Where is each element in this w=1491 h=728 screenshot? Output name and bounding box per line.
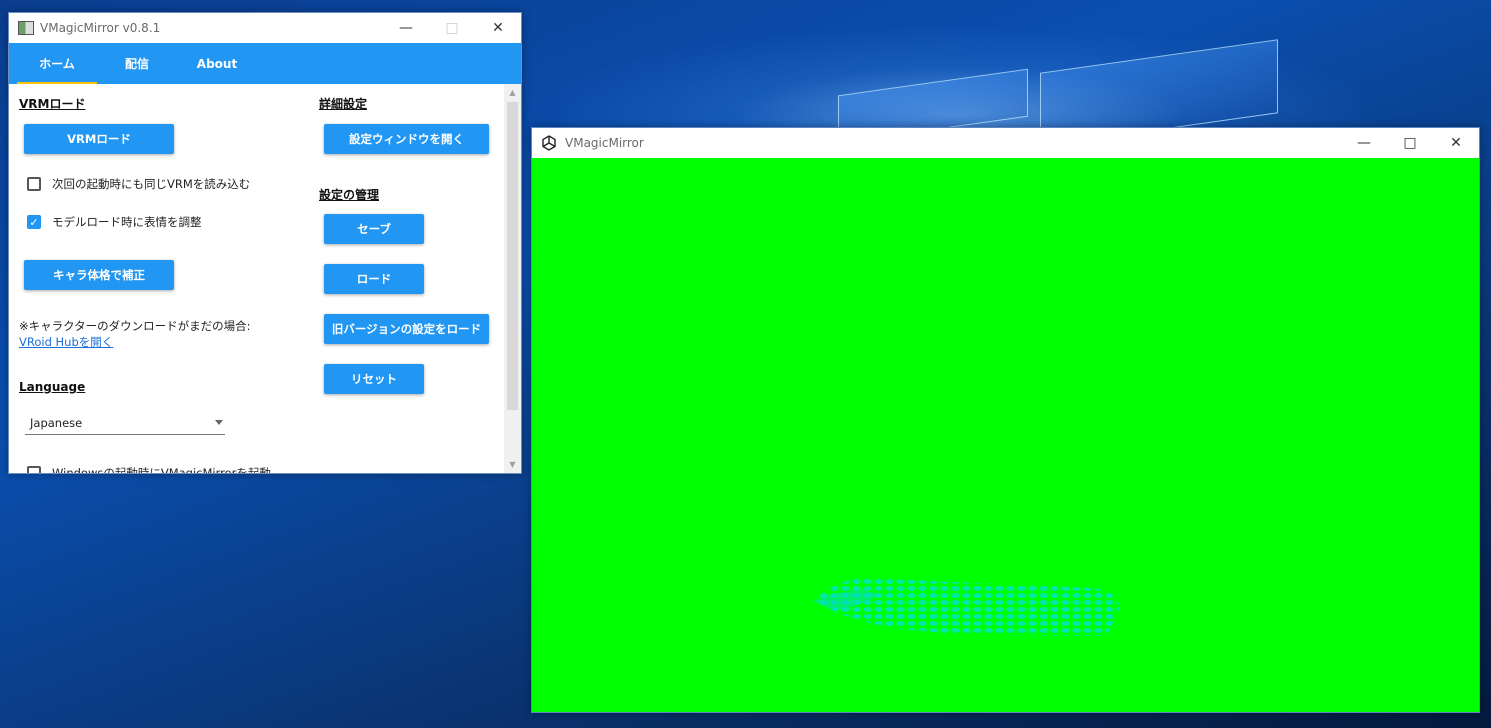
reset-button[interactable]: リセット (324, 364, 424, 394)
adjust-expression-label: モデルロード時に表情を調整 (52, 215, 202, 229)
load-legacy-settings-button[interactable]: 旧バージョンの設定をロード (324, 314, 489, 344)
unity-render-window: VMagicMirror — □ ✕ (531, 127, 1480, 713)
language-select[interactable]: Japanese (25, 411, 225, 435)
settings-management-heading: 設定の管理 (319, 188, 380, 202)
adjust-expression-checkbox[interactable]: ✓ (27, 215, 41, 229)
scroll-down-icon[interactable]: ▼ (504, 456, 521, 473)
startup-checkbox-row[interactable]: Windowsの起動時にVMagicMirrorを起動 (27, 465, 271, 473)
scroll-thumb[interactable] (507, 102, 518, 410)
window-title: VMagicMirror v0.8.1 (40, 21, 161, 35)
startup-label: Windowsの起動時にVMagicMirrorを起動 (52, 466, 271, 473)
close-icon[interactable]: ✕ (475, 13, 521, 43)
scroll-up-icon[interactable]: ▲ (504, 84, 521, 101)
app-icon (18, 21, 34, 35)
vertical-scrollbar[interactable]: ▲ ▼ (504, 84, 521, 473)
auto-load-checkbox-row[interactable]: 次回の起動時にも同じVRMを読み込む (27, 176, 250, 192)
green-screen-viewport[interactable] (532, 158, 1479, 712)
language-selected-value: Japanese (30, 415, 83, 430)
vrm-load-heading: VRMロード (19, 97, 86, 111)
unity-logo-icon (542, 135, 556, 151)
vroid-hub-link[interactable]: VRoid Hubを開く (19, 334, 113, 350)
tab-bar: ホーム 配信 About (9, 43, 521, 84)
home-content: VRMロード VRMロード 次回の起動時にも同じVRMを読み込む ✓ モデルロー… (9, 84, 521, 473)
tab-home[interactable]: ホーム (17, 43, 97, 84)
tab-streaming[interactable]: 配信 (97, 43, 177, 84)
language-heading: Language (19, 380, 86, 394)
keyboard-render (814, 578, 1120, 636)
load-button[interactable]: ロード (324, 264, 424, 294)
unity-minimize-icon[interactable]: — (1341, 128, 1387, 158)
auto-load-checkbox[interactable] (27, 177, 41, 191)
unity-title-bar[interactable]: VMagicMirror — □ ✕ (532, 128, 1479, 158)
calibrate-body-button[interactable]: キャラ体格で補正 (24, 260, 174, 290)
unity-window-title: VMagicMirror (565, 136, 644, 150)
maximize-icon: □ (445, 20, 459, 36)
details-heading: 詳細設定 (319, 97, 368, 111)
auto-load-label: 次回の起動時にも同じVRMを読み込む (52, 177, 251, 191)
vrm-load-button[interactable]: VRMロード (24, 124, 174, 154)
chevron-down-icon (215, 420, 223, 425)
tab-about[interactable]: About (177, 43, 257, 84)
unity-close-icon[interactable]: ✕ (1433, 128, 1479, 158)
open-settings-window-button[interactable]: 設定ウィンドウを開く (324, 124, 489, 154)
startup-checkbox[interactable] (27, 466, 41, 473)
download-note: ※キャラクターのダウンロードがまだの場合: (19, 319, 251, 333)
adjust-expression-checkbox-row[interactable]: ✓ モデルロード時に表情を調整 (27, 214, 202, 230)
minimize-icon[interactable]: — (383, 13, 429, 43)
title-bar[interactable]: VMagicMirror v0.8.1 — □ ✕ (9, 13, 521, 43)
vmagicmirror-settings-window: VMagicMirror v0.8.1 — □ ✕ ホーム 配信 About V… (8, 12, 522, 474)
save-button[interactable]: セーブ (324, 214, 424, 244)
unity-maximize-icon[interactable]: □ (1387, 128, 1433, 158)
